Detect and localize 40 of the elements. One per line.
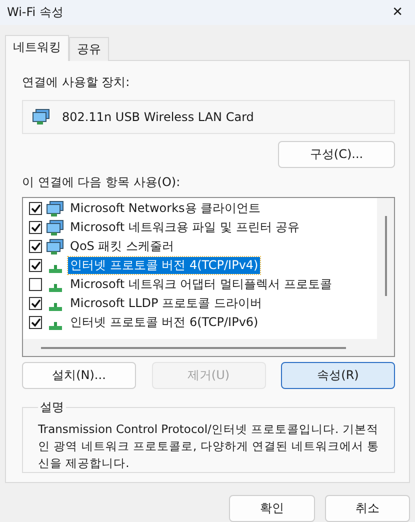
action-button[interactable]: 설치(N)... <box>22 362 136 390</box>
close-button[interactable]: ✕ <box>388 5 407 20</box>
window-title: Wi-Fi 속성 <box>7 4 64 21</box>
device-name: 802.11n USB Wireless LAN Card <box>62 110 254 124</box>
scrollbar-thumb[interactable] <box>384 216 386 296</box>
dialog-button[interactable]: 취소 <box>325 495 410 522</box>
list-item[interactable]: 인터넷 프로토콜 버전 4(TCP/IPv4) <box>68 257 260 274</box>
tab[interactable]: 공유 <box>69 37 109 62</box>
list-item[interactable]: Microsoft Networks용 클라이언트 <box>68 200 263 218</box>
device-label: 연결에 사용할 장치: <box>22 74 131 92</box>
protocol-icon <box>49 284 62 292</box>
description-text: Transmission Control Protocol/인터넷 프로토콜입니다. 기본적인 광역 네트워크 프로토콜로, 다양하게 연결된 네트워크에서 통신을 제공합니다. <box>38 421 380 472</box>
protocol-icon <box>49 302 62 311</box>
checkbox[interactable] <box>29 316 42 330</box>
list-item[interactable]: QoS 패킷 스케줄러 <box>68 238 176 256</box>
dialog-button[interactable]: 확인 <box>229 495 315 522</box>
checkbox[interactable] <box>29 202 42 216</box>
components-label: 이 연결에 다음 항목 사용(O): <box>22 175 180 190</box>
tab[interactable]: 네트워킹 <box>5 35 69 62</box>
network-computer-icon <box>46 220 64 236</box>
description-title: 설명 <box>39 399 65 416</box>
protocol-icon <box>49 322 62 330</box>
checkbox[interactable] <box>29 240 42 254</box>
checkbox[interactable] <box>29 259 42 272</box>
network-computer-icon <box>46 238 64 255</box>
checkbox[interactable] <box>29 221 42 234</box>
list-item[interactable]: Microsoft 네트워크 어댑터 멀티플렉서 프로토콜 <box>68 276 334 294</box>
checkbox[interactable] <box>29 278 42 292</box>
scrollbar-thumb[interactable] <box>41 346 346 349</box>
action-button[interactable]: 속성(R) <box>281 362 395 390</box>
checkbox[interactable] <box>29 297 42 310</box>
protocol-icon <box>49 264 62 273</box>
network-computer-icon <box>32 109 50 126</box>
horizontal-scrollbar[interactable] <box>23 339 377 356</box>
list-item[interactable]: Microsoft LLDP 프로토콜 드라이버 <box>68 295 264 312</box>
list-item[interactable]: Microsoft 네트워크용 파일 및 프린터 공유 <box>68 219 302 236</box>
client-computer-icon <box>46 200 64 217</box>
vertical-scrollbar[interactable] <box>377 198 394 356</box>
list-item[interactable]: 인터넷 프로토콜 버전 6(TCP/IPv6) <box>68 314 260 332</box>
configure-button[interactable]: 구성(C)... <box>278 141 395 168</box>
